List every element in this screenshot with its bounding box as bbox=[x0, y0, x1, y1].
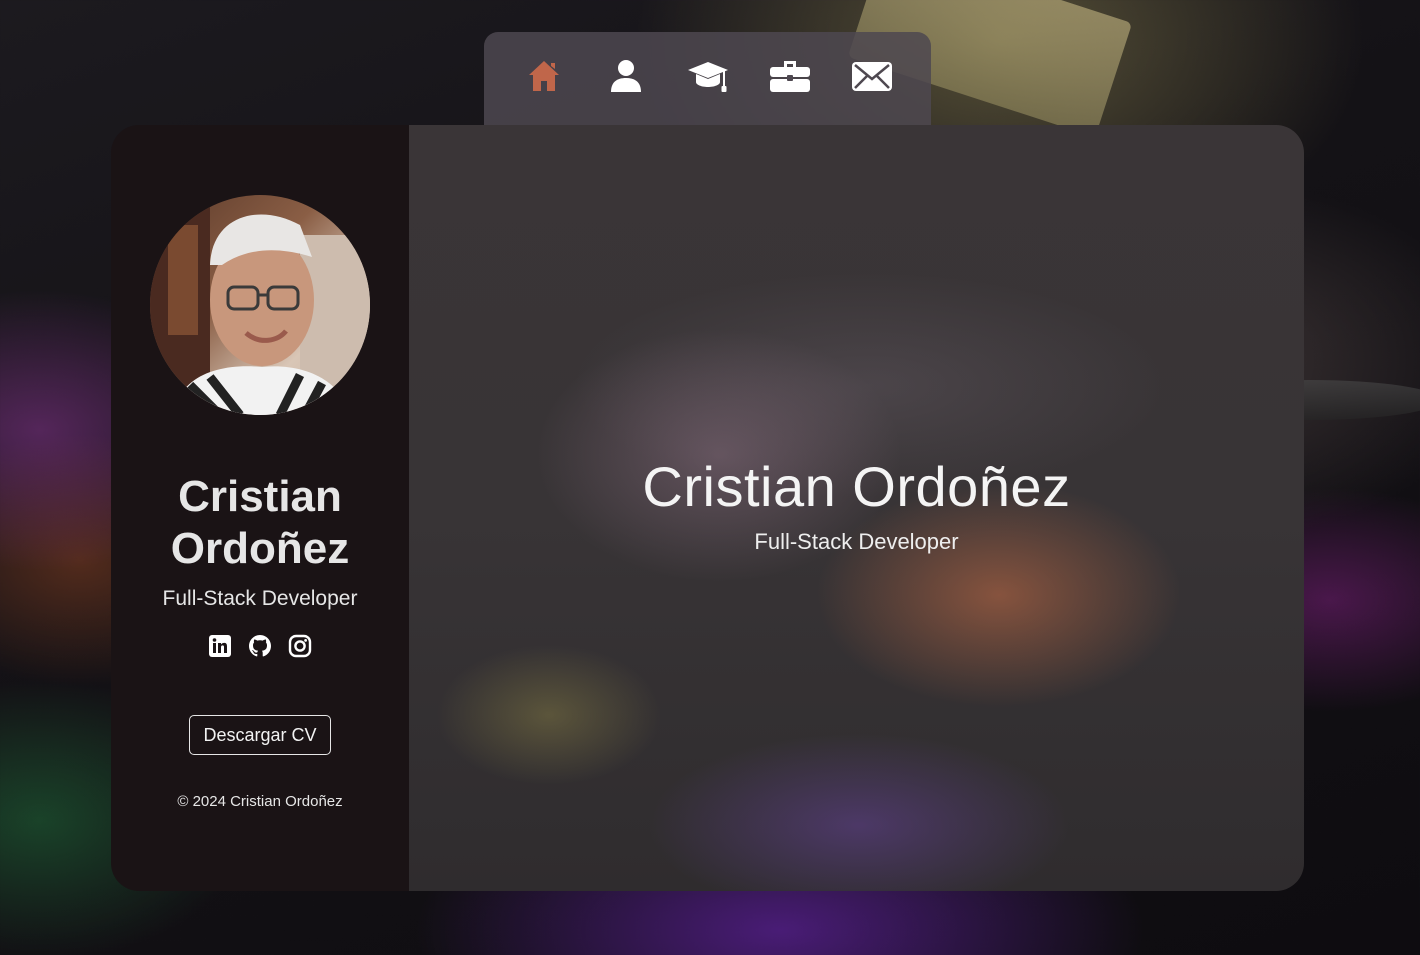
download-cv-button[interactable]: Descargar CV bbox=[189, 715, 331, 755]
social-links bbox=[207, 633, 313, 659]
avatar-photo bbox=[150, 195, 370, 415]
briefcase-icon bbox=[769, 61, 810, 92]
graduation-cap-icon bbox=[687, 62, 728, 92]
main-card: Cristian Ordoñez Full-Stack Developer De… bbox=[111, 125, 1304, 891]
profile-sidebar: Cristian Ordoñez Full-Stack Developer De… bbox=[111, 125, 409, 891]
github-icon bbox=[249, 635, 271, 657]
instagram-link[interactable] bbox=[287, 633, 313, 659]
sidebar-role: Full-Stack Developer bbox=[162, 587, 358, 610]
sidebar-name: Cristian Ordoñez bbox=[170, 472, 350, 573]
copyright-text: © 2024 Cristian Ordoñez bbox=[177, 793, 343, 810]
linkedin-link[interactable] bbox=[207, 633, 233, 659]
nav-contact[interactable] bbox=[850, 54, 894, 98]
avatar bbox=[150, 195, 370, 415]
main-content: Cristian Ordoñez Full-Stack Developer bbox=[409, 125, 1304, 891]
nav-about[interactable] bbox=[604, 54, 648, 98]
linkedin-icon bbox=[209, 635, 231, 657]
top-navigation bbox=[484, 32, 931, 126]
github-link[interactable] bbox=[247, 633, 273, 659]
hero-name: Cristian Ordoñez bbox=[642, 455, 1071, 518]
nav-home[interactable] bbox=[522, 54, 566, 98]
hero-role: Full-Stack Developer bbox=[754, 529, 959, 554]
envelope-icon bbox=[851, 62, 892, 91]
hero: Cristian Ordoñez Full-Stack Developer bbox=[409, 455, 1304, 555]
home-icon bbox=[528, 61, 559, 91]
nav-education[interactable] bbox=[686, 54, 730, 98]
instagram-icon bbox=[288, 634, 312, 658]
user-icon bbox=[610, 60, 641, 92]
nav-experience[interactable] bbox=[768, 54, 812, 98]
